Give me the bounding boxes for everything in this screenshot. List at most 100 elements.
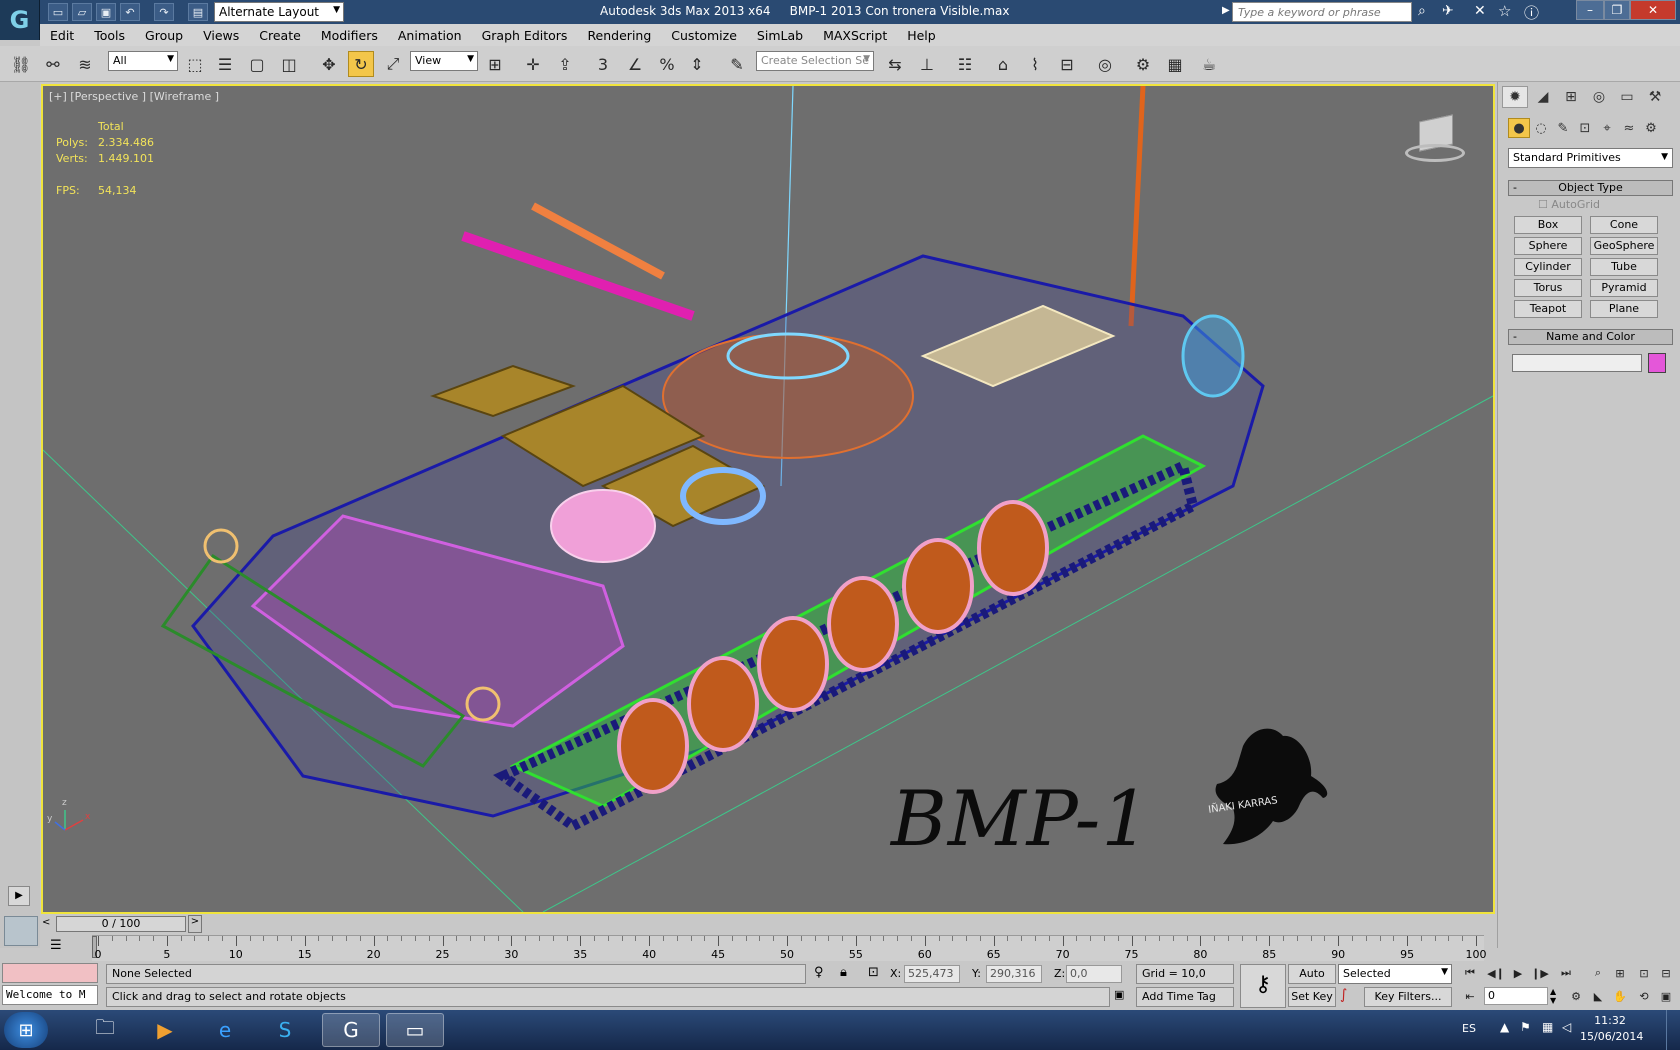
name-and-color-rollout[interactable]: - Name and Color bbox=[1508, 329, 1673, 345]
skype-icon[interactable]: S bbox=[256, 1013, 314, 1047]
field-of-view-icon[interactable]: ◣ bbox=[1588, 987, 1608, 1005]
hierarchy-tab-icon[interactable]: ⊞ bbox=[1558, 86, 1584, 108]
new-file-icon[interactable]: ▭ bbox=[48, 3, 68, 21]
show-hidden-icons-icon[interactable]: ▲ bbox=[1500, 1020, 1509, 1034]
teapot-button[interactable]: Teapot bbox=[1514, 300, 1582, 318]
go-to-start-icon[interactable]: ⏮ bbox=[1460, 964, 1480, 982]
autogrid-checkbox[interactable]: ☐ AutoGrid bbox=[1538, 198, 1600, 211]
menu-graph-editors[interactable]: Graph Editors bbox=[472, 28, 578, 43]
systems-icon[interactable]: ⚙ bbox=[1640, 118, 1662, 138]
curve-editor-icon[interactable]: ⌇ bbox=[1022, 51, 1048, 77]
maxscript-mini-listener[interactable]: Welcome to M bbox=[2, 985, 98, 1005]
network-icon[interactable]: ▦ bbox=[1542, 1020, 1553, 1034]
object-type-rollout[interactable]: - Object Type bbox=[1508, 180, 1673, 196]
shapes-icon[interactable]: ◌ bbox=[1530, 118, 1552, 138]
render-setup-icon[interactable]: ⚙ bbox=[1130, 51, 1156, 77]
next-key-icon[interactable]: ❙▶ bbox=[1530, 964, 1550, 982]
mini-curve-editor-icon[interactable] bbox=[4, 916, 38, 946]
z-coord-input[interactable]: 0,0 bbox=[1066, 965, 1122, 983]
space-warps-icon[interactable]: ≈ bbox=[1618, 118, 1640, 138]
zoom-extents-all-icon[interactable]: ⊟ bbox=[1656, 964, 1676, 982]
3dsmax-taskbar-icon[interactable]: G bbox=[322, 1013, 380, 1047]
schematic-view-icon[interactable]: ⊟ bbox=[1054, 51, 1080, 77]
time-tag-icon[interactable]: ▣ bbox=[1114, 988, 1124, 1001]
previous-frame-icon[interactable]: < bbox=[42, 917, 50, 928]
select-by-name-icon[interactable]: ☰ bbox=[212, 51, 238, 77]
language-indicator[interactable]: ES bbox=[1462, 1022, 1476, 1035]
menu-edit[interactable]: Edit bbox=[40, 28, 84, 43]
open-mini-curve-editor-icon[interactable]: ☰ bbox=[50, 938, 62, 953]
previous-key-icon[interactable]: ◀❙ bbox=[1486, 964, 1506, 982]
internet-explorer-icon[interactable]: e bbox=[196, 1013, 254, 1047]
default-in-out-tangents-icon[interactable]: ∫ bbox=[1340, 987, 1347, 1003]
utilities-tab-icon[interactable]: ⚒ bbox=[1642, 86, 1668, 108]
photo-viewer-icon[interactable]: ▭ bbox=[386, 1013, 444, 1047]
action-center-flag-icon[interactable]: ⚑ bbox=[1520, 1020, 1531, 1034]
close-button[interactable]: ✕ bbox=[1630, 0, 1676, 20]
save-file-icon[interactable]: ▣ bbox=[96, 3, 116, 21]
geometry-icon[interactable]: ● bbox=[1508, 118, 1530, 138]
help-icon[interactable]: ⓘ bbox=[1524, 2, 1539, 23]
snaps-toggle-icon[interactable]: 3 bbox=[590, 51, 616, 77]
search-expand-icon[interactable]: ▶ bbox=[1222, 5, 1230, 16]
app-logo-icon[interactable]: G bbox=[0, 0, 40, 40]
named-selection-set-dropdown[interactable]: Create Selection Se ▼ bbox=[756, 51, 874, 71]
windows-start-icon[interactable]: ⊞ bbox=[4, 1012, 48, 1048]
redo-icon[interactable]: ↷ bbox=[154, 3, 174, 21]
select-scale-icon[interactable]: ⤢ bbox=[380, 51, 406, 77]
search-input[interactable]: Type a keyword or phrase bbox=[1232, 2, 1412, 22]
frame-spinner-icon[interactable]: ▲ ▼ bbox=[1550, 987, 1556, 1005]
zoom-icon[interactable]: ⌕ bbox=[1588, 964, 1608, 982]
modify-tab-icon[interactable]: ◢ bbox=[1530, 86, 1556, 108]
layer-manager-icon[interactable]: ☷ bbox=[952, 51, 978, 77]
menu-customize[interactable]: Customize bbox=[661, 28, 747, 43]
selection-region-icon[interactable]: ▢ bbox=[244, 51, 270, 77]
time-slider[interactable]: < 0 / 100 > bbox=[40, 915, 1495, 933]
minimize-button[interactable]: – bbox=[1576, 0, 1604, 20]
x-coord-input[interactable]: 525,473 bbox=[904, 965, 960, 983]
open-file-icon[interactable]: ▱ bbox=[72, 3, 92, 21]
y-coord-input[interactable]: 290,316 bbox=[986, 965, 1042, 983]
file-explorer-icon[interactable]: 🗀︎ bbox=[76, 1013, 134, 1047]
edit-named-selection-icon[interactable]: ✎ bbox=[724, 51, 750, 77]
play-icon[interactable]: ▶ bbox=[1508, 964, 1528, 982]
go-to-end-icon[interactable]: ⏭ bbox=[1556, 964, 1576, 982]
isolate-selection-icon[interactable]: ♀ bbox=[814, 965, 824, 980]
time-slider-thumb[interactable]: 0 / 100 bbox=[56, 916, 186, 932]
sphere-button[interactable]: Sphere bbox=[1514, 237, 1582, 255]
object-name-input[interactable] bbox=[1512, 354, 1642, 372]
undo-icon[interactable]: ↶ bbox=[120, 3, 140, 21]
current-frame-input[interactable]: 0 bbox=[1484, 987, 1548, 1005]
tube-button[interactable]: Tube bbox=[1590, 258, 1658, 276]
time-configuration-icon[interactable]: ⚙ bbox=[1566, 987, 1586, 1005]
exchange-icon[interactable]: ✕ bbox=[1474, 3, 1486, 19]
track-bar[interactable]: ☰ 0 5 10 15 20 25 30 35 40 45 50 55 60 65 70 75 80 85 90 95… bbox=[40, 935, 1495, 961]
lights-icon[interactable]: ✎ bbox=[1552, 118, 1574, 138]
menu-animation[interactable]: Animation bbox=[388, 28, 472, 43]
view-cube-icon[interactable] bbox=[1405, 114, 1465, 166]
torus-button[interactable]: Torus bbox=[1514, 279, 1582, 297]
favorites-icon[interactable]: ☆ bbox=[1498, 2, 1511, 20]
menu-rendering[interactable]: Rendering bbox=[577, 28, 661, 43]
cone-button[interactable]: Cone bbox=[1590, 216, 1658, 234]
frame-ruler[interactable]: 0 5 10 15 20 25 30 35 40 45 50 55 60 65 70 75 80 85 90 95 10… bbox=[92, 935, 1487, 961]
select-object-icon[interactable]: ⬚ bbox=[182, 51, 208, 77]
spinner-snap-icon[interactable]: ⇕ bbox=[684, 51, 710, 77]
cameras-icon[interactable]: ⊡ bbox=[1574, 118, 1596, 138]
box-button[interactable]: Box bbox=[1514, 216, 1582, 234]
menu-group[interactable]: Group bbox=[135, 28, 193, 43]
menu-modifiers[interactable]: Modifiers bbox=[311, 28, 388, 43]
rendered-frame-window-icon[interactable]: ▦ bbox=[1162, 51, 1188, 77]
geosphere-button[interactable]: GeoSphere bbox=[1590, 237, 1658, 255]
select-move-icon[interactable]: ✥ bbox=[316, 51, 342, 77]
restore-button[interactable]: ❐ bbox=[1604, 0, 1630, 20]
zoom-all-icon[interactable]: ⊞ bbox=[1610, 964, 1630, 982]
perspective-viewport[interactable]: [+] [Perspective ] [Wireframe ] Total Po… bbox=[41, 84, 1495, 914]
percent-snap-icon[interactable]: % bbox=[654, 51, 680, 77]
project-folder-icon[interactable]: ▤ bbox=[188, 3, 208, 21]
workspace-dropdown[interactable]: Alternate Layout ▼ bbox=[214, 2, 344, 22]
keyboard-shortcut-override-icon[interactable]: ⇪ bbox=[552, 51, 578, 77]
absolute-mode-icon[interactable]: ⊡ bbox=[868, 965, 879, 980]
pyramid-button[interactable]: Pyramid bbox=[1590, 279, 1658, 297]
pivot-center-icon[interactable]: ⊞ bbox=[482, 51, 508, 77]
